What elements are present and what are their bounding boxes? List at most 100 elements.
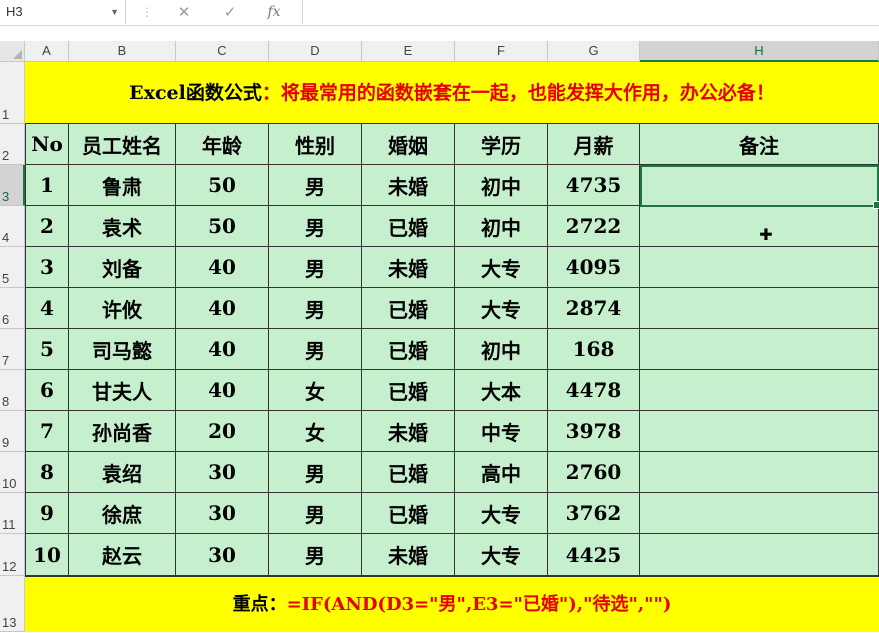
- table-cell[interactable]: 大专: [455, 247, 548, 288]
- table-cell[interactable]: 徐庶: [69, 493, 176, 534]
- table-cell[interactable]: 3: [25, 247, 69, 288]
- row-header-8[interactable]: 8: [0, 370, 25, 411]
- table-cell[interactable]: 大本: [455, 370, 548, 411]
- column-header-c[interactable]: C: [176, 41, 269, 62]
- table-cell[interactable]: 2760: [548, 452, 640, 493]
- table-cell[interactable]: 男: [269, 288, 362, 329]
- table-cell[interactable]: 未婚: [362, 411, 455, 452]
- table-cell[interactable]: 40: [176, 370, 269, 411]
- table-cell[interactable]: 赵云: [69, 534, 176, 576]
- row-header-2[interactable]: 2: [0, 124, 25, 165]
- table-cell[interactable]: 2722: [548, 206, 640, 247]
- table-cell[interactable]: [640, 165, 879, 206]
- header-cell[interactable]: 婚姻: [362, 124, 455, 165]
- table-cell[interactable]: 已婚: [362, 493, 455, 534]
- table-cell[interactable]: [640, 329, 879, 370]
- table-cell[interactable]: 许攸: [69, 288, 176, 329]
- table-cell[interactable]: 未婚: [362, 165, 455, 206]
- row-header-5[interactable]: 5: [0, 247, 25, 288]
- table-cell[interactable]: 孙尚香: [69, 411, 176, 452]
- table-cell[interactable]: 30: [176, 452, 269, 493]
- table-cell[interactable]: 4478: [548, 370, 640, 411]
- row-header-11[interactable]: 11: [0, 493, 25, 534]
- table-cell[interactable]: 10: [25, 534, 69, 576]
- table-cell[interactable]: 4: [25, 288, 69, 329]
- table-cell[interactable]: 初中: [455, 165, 548, 206]
- insert-function-icon[interactable]: fx: [262, 0, 286, 24]
- row-header-6[interactable]: 6: [0, 288, 25, 329]
- table-cell[interactable]: 40: [176, 247, 269, 288]
- table-cell[interactable]: 4425: [548, 534, 640, 576]
- row-header-12[interactable]: 12: [0, 534, 25, 576]
- table-cell[interactable]: [640, 411, 879, 452]
- table-cell[interactable]: [640, 493, 879, 534]
- table-cell[interactable]: 40: [176, 329, 269, 370]
- table-cell[interactable]: 4735: [548, 165, 640, 206]
- table-cell[interactable]: 男: [269, 534, 362, 576]
- table-cell[interactable]: 初中: [455, 329, 548, 370]
- note-cell[interactable]: 重点：=IF(AND(D3="男",E3="已婚"),"待选",""): [25, 576, 879, 632]
- header-cell[interactable]: No: [25, 124, 69, 165]
- column-header-b[interactable]: B: [69, 41, 176, 62]
- table-cell[interactable]: 40: [176, 288, 269, 329]
- table-cell[interactable]: 袁术: [69, 206, 176, 247]
- row-header-9[interactable]: 9: [0, 411, 25, 452]
- table-cell[interactable]: 3978: [548, 411, 640, 452]
- name-box[interactable]: H3 ▼: [0, 0, 126, 24]
- row-header-3[interactable]: 3: [0, 165, 25, 206]
- table-cell[interactable]: 刘备: [69, 247, 176, 288]
- row-header-10[interactable]: 10: [0, 452, 25, 493]
- table-cell[interactable]: 168: [548, 329, 640, 370]
- row-header-7[interactable]: 7: [0, 329, 25, 370]
- header-cell[interactable]: 年龄: [176, 124, 269, 165]
- table-cell[interactable]: 袁绍: [69, 452, 176, 493]
- table-cell[interactable]: 30: [176, 493, 269, 534]
- table-cell[interactable]: 30: [176, 534, 269, 576]
- table-cell[interactable]: 9: [25, 493, 69, 534]
- table-cell[interactable]: 男: [269, 493, 362, 534]
- table-cell[interactable]: 未婚: [362, 534, 455, 576]
- table-cell[interactable]: 已婚: [362, 452, 455, 493]
- header-cell[interactable]: 月薪: [548, 124, 640, 165]
- table-cell[interactable]: 2874: [548, 288, 640, 329]
- header-cell[interactable]: 备注: [640, 124, 879, 165]
- row-header-1[interactable]: 1: [0, 62, 25, 124]
- table-cell[interactable]: 已婚: [362, 329, 455, 370]
- table-cell[interactable]: 男: [269, 206, 362, 247]
- table-cell[interactable]: 20: [176, 411, 269, 452]
- column-header-g[interactable]: G: [548, 41, 640, 62]
- row-header-13[interactable]: 13: [0, 576, 25, 632]
- table-cell[interactable]: 已婚: [362, 370, 455, 411]
- table-cell[interactable]: 1: [25, 165, 69, 206]
- enter-icon[interactable]: ✓: [218, 0, 242, 24]
- table-cell[interactable]: 男: [269, 329, 362, 370]
- table-cell[interactable]: 3762: [548, 493, 640, 534]
- formula-input[interactable]: [302, 0, 879, 24]
- table-cell[interactable]: 8: [25, 452, 69, 493]
- table-cell[interactable]: 男: [269, 165, 362, 206]
- table-cell[interactable]: 已婚: [362, 288, 455, 329]
- header-cell[interactable]: 员工姓名: [69, 124, 176, 165]
- header-cell[interactable]: 学历: [455, 124, 548, 165]
- table-cell[interactable]: 男: [269, 247, 362, 288]
- table-cell[interactable]: 未婚: [362, 247, 455, 288]
- table-cell[interactable]: 5: [25, 329, 69, 370]
- table-cell[interactable]: [640, 534, 879, 576]
- table-cell[interactable]: 50: [176, 206, 269, 247]
- table-cell[interactable]: 已婚: [362, 206, 455, 247]
- table-cell[interactable]: 2: [25, 206, 69, 247]
- table-cell[interactable]: 男: [269, 452, 362, 493]
- header-cell[interactable]: 性别: [269, 124, 362, 165]
- table-cell[interactable]: 大专: [455, 534, 548, 576]
- table-cell[interactable]: 初中: [455, 206, 548, 247]
- table-cell[interactable]: [640, 247, 879, 288]
- table-cell[interactable]: 7: [25, 411, 69, 452]
- table-cell[interactable]: 大专: [455, 493, 548, 534]
- table-cell[interactable]: [640, 370, 879, 411]
- chevron-down-icon[interactable]: ▼: [110, 0, 119, 24]
- table-cell[interactable]: 女: [269, 370, 362, 411]
- column-header-e[interactable]: E: [362, 41, 455, 62]
- table-cell[interactable]: 高中: [455, 452, 548, 493]
- table-cell[interactable]: 司马懿: [69, 329, 176, 370]
- table-cell[interactable]: 4095: [548, 247, 640, 288]
